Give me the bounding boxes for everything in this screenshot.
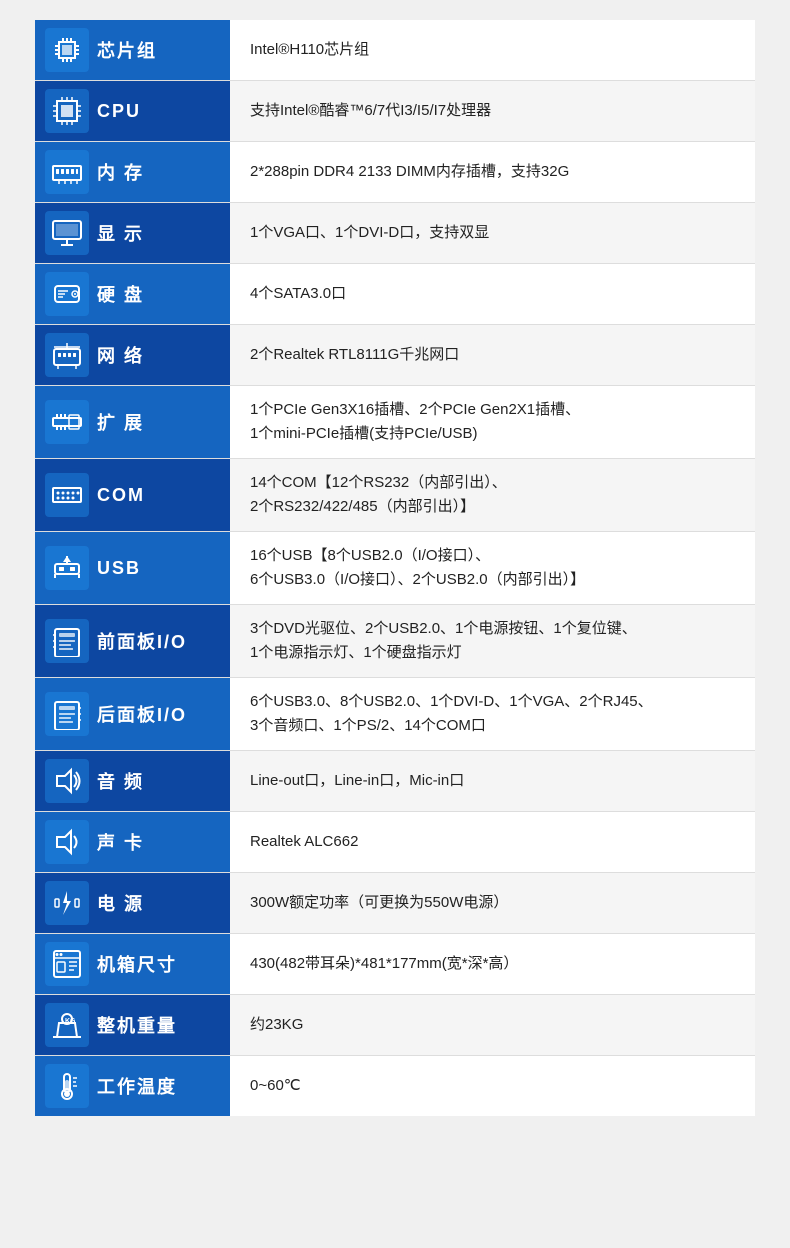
spec-row-soundcard: 声 卡 Realtek ALC662 xyxy=(35,812,755,873)
spec-label-text-com: COM xyxy=(97,485,145,506)
spec-row-usb: USB 16个USB【8个USB2.0（I/O接口）、6个USB3.0（I/O接口… xyxy=(35,532,755,605)
spec-label-usb: USB xyxy=(35,532,230,604)
spec-label-power: 电 源 xyxy=(35,873,230,933)
soundcard-icon xyxy=(45,820,89,864)
chip-icon xyxy=(45,28,89,72)
spec-container: 芯片组 Intel®H110芯片组 CPU 支持Intel®酷睿™6/7代I3/I5… xyxy=(35,20,755,1116)
spec-label-text-network: 网 络 xyxy=(97,342,144,368)
spec-label-memory: 内 存 xyxy=(35,142,230,202)
spec-row-chipset: 芯片组 Intel®H110芯片组 xyxy=(35,20,755,81)
spec-label-text-hdd: 硬 盘 xyxy=(97,281,144,307)
cpu-icon xyxy=(45,89,89,133)
spec-value-weight: 约23KG xyxy=(230,995,755,1055)
spec-value-expansion: 1个PCIe Gen3X16插槽、2个PCIe Gen2X1插槽、1个mini-… xyxy=(230,386,755,458)
case-icon xyxy=(45,942,89,986)
spec-label-text-soundcard: 声 卡 xyxy=(97,829,144,855)
spec-label-text-case-size: 机箱尺寸 xyxy=(97,951,177,977)
spec-row-weight: KG 整机重量约23KG xyxy=(35,995,755,1056)
spec-row-display: 显 示 1个VGA口、1个DVI-D口，支持双显 xyxy=(35,203,755,264)
spec-label-text-temperature: 工作温度 xyxy=(97,1073,177,1099)
spec-label-audio: 音 频 xyxy=(35,751,230,811)
spec-row-case-size: 机箱尺寸 430(482带耳朵)*481*177mm(宽*深*高） xyxy=(35,934,755,995)
spec-label-text-usb: USB xyxy=(97,558,141,579)
spec-value-audio: Line-out口，Line-in口，Mic-in口 xyxy=(230,751,755,811)
spec-row-hdd: 硬 盘 4个SATA3.0口 xyxy=(35,264,755,325)
spec-row-network: 网 络 2个Realtek RTL8111G千兆网口 xyxy=(35,325,755,386)
spec-label-display: 显 示 xyxy=(35,203,230,263)
spec-value-rear-panel: 6个USB3.0、8个USB2.0、1个DVI-D、1个VGA、2个RJ45、3… xyxy=(230,678,755,750)
spec-value-hdd: 4个SATA3.0口 xyxy=(230,264,755,324)
display-icon xyxy=(45,211,89,255)
spec-label-cpu: CPU xyxy=(35,81,230,141)
spec-label-text-memory: 内 存 xyxy=(97,159,144,185)
spec-value-display: 1个VGA口、1个DVI-D口，支持双显 xyxy=(230,203,755,263)
spec-label-rear-panel: 后面板I/O xyxy=(35,678,230,750)
usb-icon xyxy=(45,546,89,590)
spec-row-com: COM 14个COM【12个RS232（内部引出）、2个RS232/422/485… xyxy=(35,459,755,532)
net-icon xyxy=(45,333,89,377)
spec-label-case-size: 机箱尺寸 xyxy=(35,934,230,994)
spec-label-soundcard: 声 卡 xyxy=(35,812,230,872)
spec-row-front-panel: 前面板I/O 3个DVD光驱位、2个USB2.0、1个电源按钮、1个复位键、1个电… xyxy=(35,605,755,678)
spec-label-front-panel: 前面板I/O xyxy=(35,605,230,677)
spec-row-temperature: 工作温度 0~60℃ xyxy=(35,1056,755,1116)
spec-value-front-panel: 3个DVD光驱位、2个USB2.0、1个电源按钮、1个复位键、1个电源指示灯、1… xyxy=(230,605,755,677)
spec-label-text-rear-panel: 后面板I/O xyxy=(97,701,187,727)
spec-table: 芯片组 Intel®H110芯片组 CPU 支持Intel®酷睿™6/7代I3/I5… xyxy=(35,20,755,1116)
spec-value-cpu: 支持Intel®酷睿™6/7代I3/I5/I7处理器 xyxy=(230,81,755,141)
spec-label-text-power: 电 源 xyxy=(97,890,144,916)
spec-label-text-audio: 音 频 xyxy=(97,768,144,794)
spec-label-chipset: 芯片组 xyxy=(35,20,230,80)
spec-row-expansion: 扩 展 1个PCIe Gen3X16插槽、2个PCIe Gen2X1插槽、1个mi… xyxy=(35,386,755,459)
spec-label-temperature: 工作温度 xyxy=(35,1056,230,1116)
spec-label-text-weight: 整机重量 xyxy=(97,1012,177,1038)
spec-row-audio: 音 频 Line-out口，Line-in口，Mic-in口 xyxy=(35,751,755,812)
spec-value-soundcard: Realtek ALC662 xyxy=(230,812,755,872)
spec-row-rear-panel: 后面板I/O 6个USB3.0、8个USB2.0、1个DVI-D、1个VGA、2个… xyxy=(35,678,755,751)
spec-row-cpu: CPU 支持Intel®酷睿™6/7代I3/I5/I7处理器 xyxy=(35,81,755,142)
audio-icon xyxy=(45,759,89,803)
front-icon xyxy=(45,619,89,663)
spec-value-chipset: Intel®H110芯片组 xyxy=(230,20,755,80)
spec-label-hdd: 硬 盘 xyxy=(35,264,230,324)
spec-label-com: COM xyxy=(35,459,230,531)
spec-label-text-chipset: 芯片组 xyxy=(97,37,157,63)
weight-icon: KG xyxy=(45,1003,89,1047)
hdd-icon xyxy=(45,272,89,316)
expand-icon xyxy=(45,400,89,444)
spec-value-com: 14个COM【12个RS232（内部引出）、2个RS232/422/485（内部… xyxy=(230,459,755,531)
spec-value-power: 300W额定功率（可更换为550W电源） xyxy=(230,873,755,933)
power-icon xyxy=(45,881,89,925)
rear-icon xyxy=(45,692,89,736)
spec-value-memory: 2*288pin DDR4 2133 DIMM内存插槽，支持32G xyxy=(230,142,755,202)
spec-value-case-size: 430(482带耳朵)*481*177mm(宽*深*高） xyxy=(230,934,755,994)
spec-label-text-front-panel: 前面板I/O xyxy=(97,628,187,654)
spec-label-network: 网 络 xyxy=(35,325,230,385)
spec-label-text-expansion: 扩 展 xyxy=(97,409,144,435)
spec-value-network: 2个Realtek RTL8111G千兆网口 xyxy=(230,325,755,385)
ram-icon xyxy=(45,150,89,194)
temp-icon xyxy=(45,1064,89,1108)
spec-label-text-display: 显 示 xyxy=(97,220,144,246)
spec-row-memory: 内 存 2*288pin DDR4 2133 DIMM内存插槽，支持32G xyxy=(35,142,755,203)
spec-label-text-cpu: CPU xyxy=(97,101,141,122)
spec-value-temperature: 0~60℃ xyxy=(230,1056,755,1116)
com-icon xyxy=(45,473,89,517)
spec-row-power: 电 源 300W额定功率（可更换为550W电源） xyxy=(35,873,755,934)
spec-label-expansion: 扩 展 xyxy=(35,386,230,458)
spec-label-weight: KG 整机重量 xyxy=(35,995,230,1055)
spec-value-usb: 16个USB【8个USB2.0（I/O接口）、6个USB3.0（I/O接口）、2… xyxy=(230,532,755,604)
